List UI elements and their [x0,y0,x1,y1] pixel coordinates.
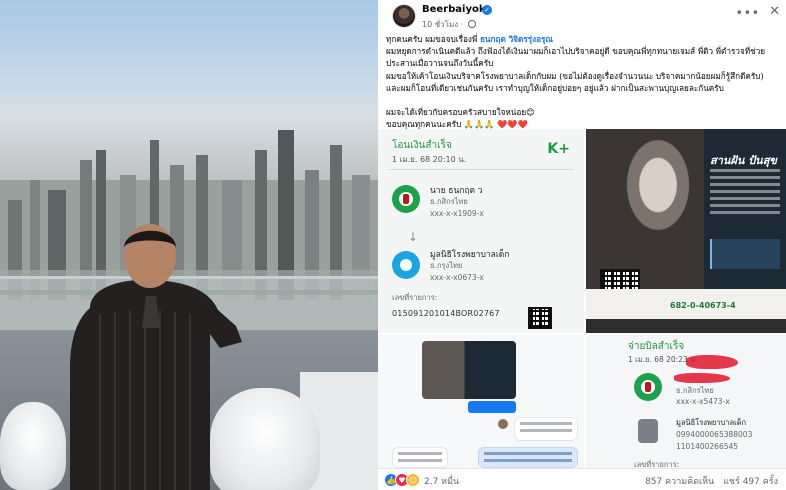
payer-account: xxx-x-x5473-x [676,397,730,406]
chat-screenshot-image[interactable] [378,335,584,468]
author-avatar[interactable] [392,4,416,28]
payee-name: มูลนิธิโรงพยาบาลเด็ก [676,418,747,427]
redaction-scribble [686,355,738,369]
ref-label: เลขที่รายการ: [634,460,680,468]
facebook-post: Beerbaiyoke ✓ 10 ชั่วโมง · ••• ✕ ทุกคนคร… [378,0,786,490]
caption-line: ประสานเมื่อวานจนถึงวันนี้ครับ [386,58,494,69]
slip-header: โอนเงินสำเร็จ [392,140,452,151]
globe-icon [467,20,476,28]
share-count[interactable]: แชร์ 497 ครั้ง [723,477,778,487]
divider [388,169,574,170]
redaction-scribble [674,373,730,383]
verified-badge-icon: ✓ [482,5,492,15]
kplus-logo: K+ [547,141,570,157]
post-photo-rooftop[interactable] [0,0,378,490]
caption-line: ผมขอให้เค้าโอนเงินบริจาคโรงพยาบาลเด็กกับ… [386,70,764,81]
caption-line: ทุกคนครับ ผมขอจบเรื่องพี่ ธนกฤต วิจิตรรุ… [386,33,782,45]
krungthai-bank-icon [392,251,420,279]
chair [0,402,66,490]
close-icon[interactable]: ✕ [769,4,780,19]
receiver-account: xxx-x-x0673-x [430,273,484,282]
ref-number: 015091201014BOR02767 [392,309,500,318]
payer-bank: ธ.กสิกรไทย [676,386,714,395]
more-horizontal-icon[interactable]: ••• [736,6,760,20]
account-number: 682-0-40673-4 [670,301,736,310]
payee-ref2: 1101400266545 [676,442,739,451]
sender-name: นาย ธนกฤต ว [430,186,483,196]
payee-ref1: 0994000065388003 [676,430,753,439]
transfer-slip-image[interactable]: โอนเงินสำเร็จ 1 เม.ย. 68 20:10 น. K+ นาย… [378,129,584,333]
screenshot: Beerbaiyoke ✓ 10 ชั่วโมง · ••• ✕ ทุกคนคร… [0,0,786,490]
post-stats: 857 ความคิดเห็น แชร์ 497 ครั้ง [639,474,778,488]
caption-line: ผมจะได้เที่ยวกับครอบครัวสบายใจหน่อย😊 [386,107,535,118]
comment-count[interactable]: 857 ความคิดเห็น [645,477,714,487]
arrow-down-icon: ↓ [408,230,419,244]
caption-line: ผมหยุดการดำเนินคดีแล้ว ถึงฟ้องได้เงินมาผ… [386,46,766,57]
man-in-suit [70,224,242,490]
poster-thumbnail [422,341,516,399]
poster-quote [710,239,780,269]
kasikorn-bank-icon [634,373,662,401]
poster-title: สานฝัน ปันสุข [710,154,777,167]
receiver-name: มูลนิธิโรงพยาบาลเด็ก [430,250,510,260]
child-photo [586,129,706,289]
chat-bubble-incoming [514,417,578,441]
caption-text: ทุกคนครับ ผมขอจบเรื่องพี่ [386,34,478,44]
donation-poster-image[interactable]: สานฝัน ปันสุข 682-0-40673-4 [586,129,786,333]
bill-payment-slip-image[interactable]: จ่ายบิลสำเร็จ 1 เม.ย. 68 20:23 น. ธ.กสิก… [586,335,786,468]
chat-button [468,401,516,413]
care-icon[interactable]: ☺ [406,473,420,487]
poster-foot-bar [586,319,786,333]
chat-bubble-outgoing [478,447,578,468]
mention-link[interactable]: ธนกฤต วิจิตรรุ่งอรุณ [480,34,553,44]
sender-account: xxx-x-x1909-x [430,209,484,218]
post-caption: ทุกคนครับ ผมขอจบเรื่องพี่ ธนกฤต วิจิตรรุ… [386,33,782,130]
post-header: Beerbaiyoke ✓ 10 ชั่วโมง · ••• ✕ [384,2,784,30]
caption-line: และผมก็โอนที่เดียวเช่นกันครับ เราทำบุญให… [386,82,724,93]
reaction-count[interactable]: 2.7 หมื่น [424,474,459,488]
slip-date: 1 เม.ย. 68 20:10 น. [392,155,467,164]
chat-bubble-incoming [392,447,448,468]
ref-label: เลขที่รายการ: [392,293,438,302]
kasikorn-bank-icon [392,185,420,213]
sender-bank: ธ.กสิกรไทย [430,197,468,206]
receiver-bank: ธ.กรุงไทย [430,261,463,270]
post-time-text: 10 ชั่วโมง [422,20,459,29]
poster-text [710,169,780,218]
post-footer: 👍 ♥ ☺ 2.7 หมื่น 857 ความคิดเห็น แชร์ 497… [378,468,786,490]
post-time[interactable]: 10 ชั่วโมง · [422,18,476,31]
image-collage: โอนเงินสำเร็จ 1 เม.ย. 68 20:10 น. K+ นาย… [378,129,786,468]
slip-header: จ่ายบิลสำเร็จ [628,341,685,352]
qr-code-icon [528,307,552,329]
document-icon [638,419,658,443]
chat-avatar [498,419,508,429]
